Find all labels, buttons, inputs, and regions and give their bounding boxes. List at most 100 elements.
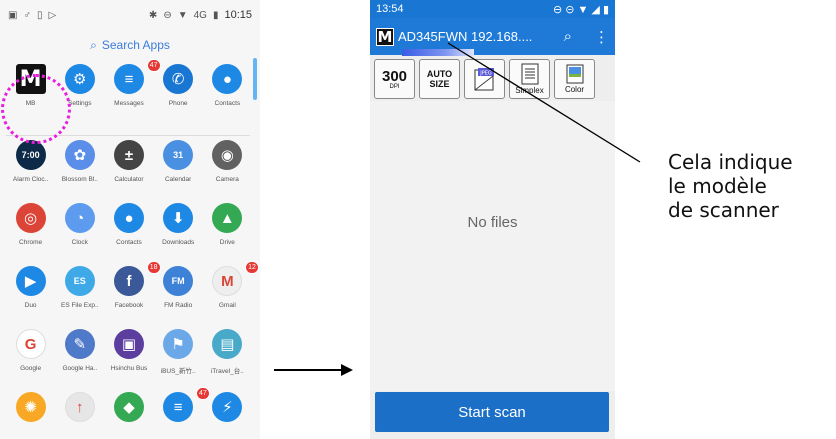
gmail-icon: M bbox=[212, 266, 243, 296]
duplex-label: Simplex bbox=[515, 86, 544, 95]
app-label: Clock bbox=[71, 239, 88, 246]
ibus-icon: ⚑ bbox=[163, 329, 194, 359]
status-bar: 13:54 ⊖ ⊝ ▼ ◢ ▮ bbox=[370, 0, 615, 18]
google-handwriting-icon: ✎ bbox=[64, 329, 95, 359]
app-label: Chrome bbox=[19, 239, 43, 246]
device-name[interactable]: AD345FWN 192.168.... bbox=[398, 29, 532, 44]
bluetooth-icon: ✱ bbox=[148, 9, 158, 21]
app-label: iTravel_台.. bbox=[210, 368, 244, 375]
app-item[interactable]: G Google bbox=[6, 329, 55, 392]
paper-size-button[interactable]: AUTO SIZE bbox=[419, 59, 460, 99]
app-item[interactable]: ▲ Drive bbox=[203, 203, 252, 266]
app-item[interactable]: ⬇ Downloads bbox=[154, 203, 203, 266]
app-item[interactable]: ≡ 47 bbox=[154, 387, 210, 439]
duplex-button[interactable]: Simplex bbox=[509, 59, 550, 99]
app-label: Hsinchu Bus bbox=[110, 365, 148, 372]
mb-logo-icon: M bbox=[376, 27, 394, 46]
app-item[interactable]: ± Calculator bbox=[104, 140, 153, 203]
app-label: Calculator bbox=[114, 176, 144, 183]
contacts-icon: ● bbox=[212, 64, 243, 94]
gallery-icon: ▣ bbox=[8, 9, 18, 21]
device-ip: 192.168.... bbox=[470, 29, 533, 44]
annotation-line-1: Cela indique bbox=[668, 150, 793, 174]
app-item[interactable]: ▣ Hsinchu Bus bbox=[104, 329, 153, 392]
color-mode-label: Color bbox=[564, 85, 585, 94]
gear-icon: ⚙ bbox=[64, 64, 95, 94]
dpi-value: 300 bbox=[381, 67, 408, 85]
overflow-menu-icon[interactable]: ⋮ bbox=[594, 28, 609, 46]
app-item[interactable]: ◉ Camera bbox=[203, 140, 252, 203]
arrow-line bbox=[274, 369, 342, 371]
app-item[interactable]: ◔ Clock bbox=[55, 203, 104, 266]
messages-icon: ≡ bbox=[163, 392, 194, 422]
search-icon: ⌕ bbox=[90, 37, 97, 52]
app-label: Contacts bbox=[116, 239, 142, 246]
app-label: ES File Exp.. bbox=[60, 302, 99, 309]
screenshot-composite: ▣ ♂ ▯ ▷ ✱ ⊖ ▼ 4G ▮ 10:15 ⌕ Search Apps M… bbox=[0, 0, 836, 439]
calendar-icon: 31 bbox=[163, 140, 194, 170]
app-item[interactable]: ◎ Chrome bbox=[6, 203, 55, 266]
annotation-line-3: de scanner bbox=[668, 198, 779, 222]
app-item[interactable]: ✺ bbox=[6, 392, 55, 439]
search-icon[interactable]: ⌕ bbox=[564, 28, 572, 45]
app-item[interactable]: 31 Calendar bbox=[154, 140, 203, 203]
app-item[interactable]: 7:00 Alarm Cloc.. bbox=[6, 140, 55, 203]
app-item[interactable]: ◆ bbox=[104, 392, 153, 439]
app-item[interactable]: ✆ Phone bbox=[154, 64, 203, 140]
app-item[interactable]: ≡ 47 Messages bbox=[104, 59, 161, 140]
app-item[interactable]: ✎ Google Ha.. bbox=[55, 329, 104, 392]
scanner-app-screen: 13:54 ⊖ ⊝ ▼ ◢ ▮ M AD345FWN 192.168.... ⌕… bbox=[370, 0, 615, 439]
app-item[interactable]: FM FM Radio bbox=[154, 266, 203, 329]
status-bar: ▣ ♂ ▯ ▷ ✱ ⊖ ▼ 4G ▮ 10:15 bbox=[0, 0, 260, 30]
device-model: AD345FWN bbox=[398, 29, 468, 44]
app-item[interactable]: f 18 Facebook bbox=[104, 261, 161, 329]
app-item[interactable]: ES ES File Exp.. bbox=[55, 266, 104, 329]
app-item[interactable]: ● Contacts bbox=[104, 203, 153, 266]
app-label: Blossom Bl.. bbox=[61, 176, 98, 183]
notification-badge: 12 bbox=[245, 261, 259, 274]
camera-icon: ◉ bbox=[212, 140, 243, 170]
chrome-icon: ◎ bbox=[15, 203, 46, 233]
system-icons: ✱ ⊖ ▼ 4G ▮ 10:15 bbox=[149, 9, 252, 21]
resolution-button[interactable]: 300 DPI bbox=[374, 59, 415, 99]
annotation-line-2: le modèle bbox=[668, 174, 767, 198]
app-item[interactable]: ✿ Blossom Bl.. bbox=[55, 140, 104, 203]
notification-icons: ▣ ♂ ▯ ▷ bbox=[8, 10, 56, 21]
annotation-text: Cela indique le modèle de scanner bbox=[668, 150, 793, 222]
app-label: Google Ha.. bbox=[62, 365, 98, 372]
file-format-button[interactable]: JPEG bbox=[464, 59, 505, 99]
app-item[interactable]: ↑ bbox=[55, 392, 104, 439]
google-icon: G bbox=[15, 329, 46, 359]
play-icon: ▷ bbox=[48, 9, 57, 21]
app-label: iBUS_新竹.. bbox=[160, 368, 196, 375]
sim-icon: ▯ bbox=[36, 9, 43, 21]
scroll-indicator[interactable] bbox=[253, 58, 257, 100]
search-apps-bar[interactable]: ⌕ Search Apps bbox=[0, 30, 260, 60]
ticket-icon: ↑ bbox=[64, 392, 95, 422]
format-label: JPEG bbox=[479, 71, 492, 77]
dpi-unit: DPI bbox=[389, 83, 400, 90]
app-item[interactable]: ⚑ iBUS_新竹.. bbox=[154, 329, 203, 392]
app-row: ✺ ↑ ◆ ≡ 47 ⚡ bbox=[6, 387, 252, 439]
start-scan-button[interactable]: Start scan bbox=[375, 392, 609, 432]
app-item[interactable]: ● Contacts bbox=[203, 64, 252, 140]
downloads-icon: ⬇ bbox=[163, 203, 194, 233]
app-item[interactable]: ▶ Duo bbox=[6, 266, 55, 329]
app-label: Downloads bbox=[162, 239, 195, 246]
app-item[interactable]: ▤ iTravel_台.. bbox=[203, 329, 252, 392]
title-actions: ⌕ ⋮ bbox=[564, 28, 609, 46]
notification-icon: ♂ bbox=[23, 9, 31, 21]
app-label: Facebook bbox=[114, 302, 144, 309]
app-drawer-screen: ▣ ♂ ▯ ▷ ✱ ⊖ ▼ 4G ▮ 10:15 ⌕ Search Apps M… bbox=[0, 0, 260, 439]
app-title-bar: M AD345FWN 192.168.... ⌕ ⋮ bbox=[370, 18, 615, 56]
color-mode-button[interactable]: Color bbox=[554, 59, 595, 99]
phone-icon: ✆ bbox=[163, 64, 194, 94]
app-item[interactable]: ⚡ bbox=[203, 392, 252, 439]
highlight-circle bbox=[1, 74, 71, 144]
drive-icon: ▲ bbox=[212, 203, 243, 233]
facebook-icon: f bbox=[113, 266, 144, 296]
minus-circle-icon: ⊖ bbox=[163, 9, 172, 21]
alarm-clock-icon: 7:00 bbox=[15, 140, 46, 170]
fm-radio-icon: FM bbox=[163, 266, 194, 296]
app-item[interactable]: M 12 Gmail bbox=[203, 261, 259, 329]
